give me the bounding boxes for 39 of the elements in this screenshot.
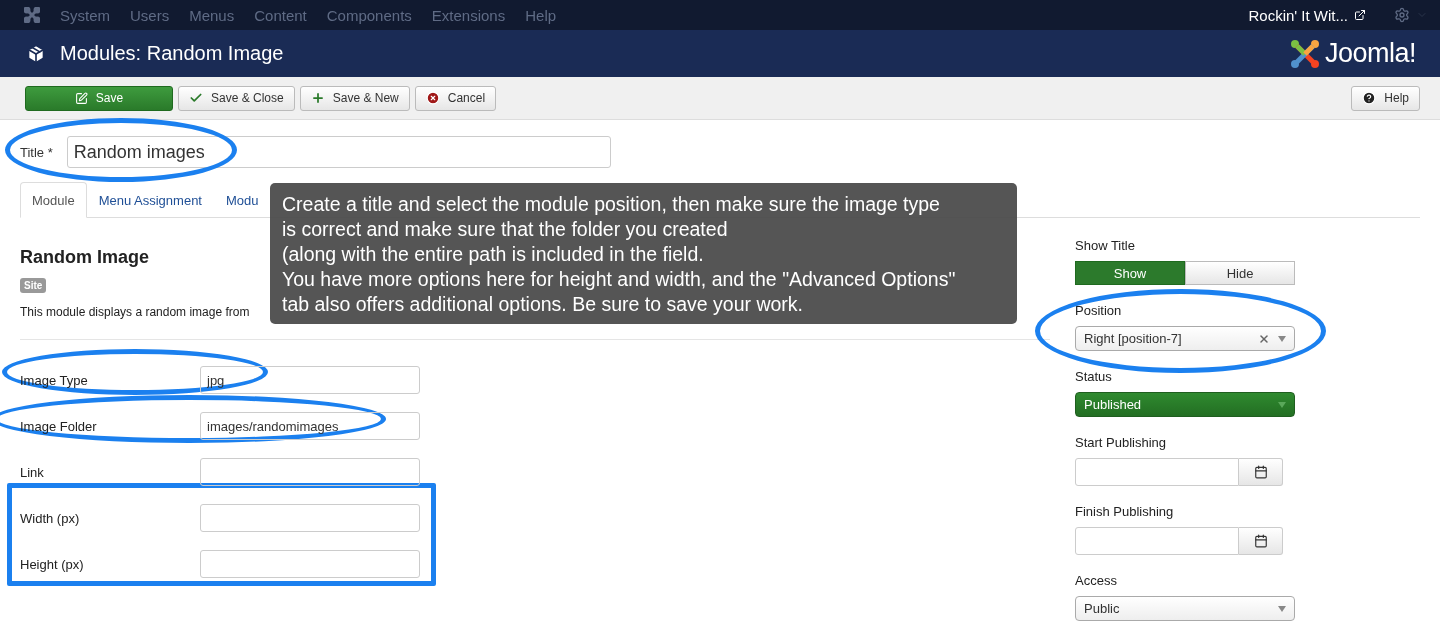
field-label: Position	[1075, 303, 1123, 318]
tab[interactable]: Module	[20, 182, 87, 218]
field-label: Width (px)	[20, 510, 80, 526]
site-link[interactable]: Rockin' It Wit...	[1248, 6, 1348, 24]
toolbar-button[interactable]: Cancel	[414, 85, 497, 111]
field-label: Link	[20, 464, 44, 480]
tooltip-text: Create a title and select the module position, then make sure the image type	[282, 192, 941, 217]
status-select[interactable]: Published	[1075, 392, 1295, 417]
toggle-option[interactable]: Hide	[1185, 261, 1295, 285]
field-label: Finish Publishing	[1075, 504, 1175, 519]
module-description: This module displays a random image from	[20, 305, 250, 319]
site-label: Site	[20, 278, 47, 293]
field-label: Access	[1075, 573, 1118, 588]
tooltip-text: is correct and make sure that the folder you created	[282, 217, 729, 242]
toggle-option[interactable]: Show	[1075, 261, 1185, 285]
logo-text: Joomla!	[1324, 38, 1416, 69]
field-label: Height (px)	[20, 556, 84, 572]
tooltip-text: tab also offers additional options. Be sure to save your work.	[282, 292, 804, 317]
text-input[interactable]: images/randomimages	[200, 412, 420, 440]
tab[interactable]: Modu	[214, 182, 271, 218]
field-label: Start Publishing	[1075, 435, 1168, 450]
field-label: Status	[1075, 369, 1113, 384]
title-input[interactable]: Random images	[66, 136, 611, 168]
help-button[interactable]: Help	[1351, 85, 1420, 111]
toolbar-button[interactable]: Save & New	[299, 85, 410, 111]
field-label: Title *	[20, 144, 53, 160]
field-label: Image Folder	[20, 418, 97, 434]
tooltip-text: (along with the entire path is included in the field.	[282, 242, 705, 267]
tab[interactable]: Menu Assignment	[86, 182, 214, 218]
position-select[interactable]: Right [position-7]	[1075, 326, 1295, 351]
toolbar-button[interactable]: Save & Close	[178, 85, 295, 111]
tooltip-text: You have more options here for height and width, and the "Advanced Options"	[282, 267, 957, 292]
access-select[interactable]: Public	[1075, 596, 1295, 621]
field-label: Show Title	[1075, 238, 1136, 253]
text-input[interactable]: jpg	[200, 366, 420, 394]
page-title: Modules: Random Image	[60, 42, 284, 65]
module-heading: Random Image	[20, 247, 150, 268]
field-label: Image Type	[20, 372, 88, 388]
toolbar-button[interactable]: Save	[25, 85, 173, 111]
